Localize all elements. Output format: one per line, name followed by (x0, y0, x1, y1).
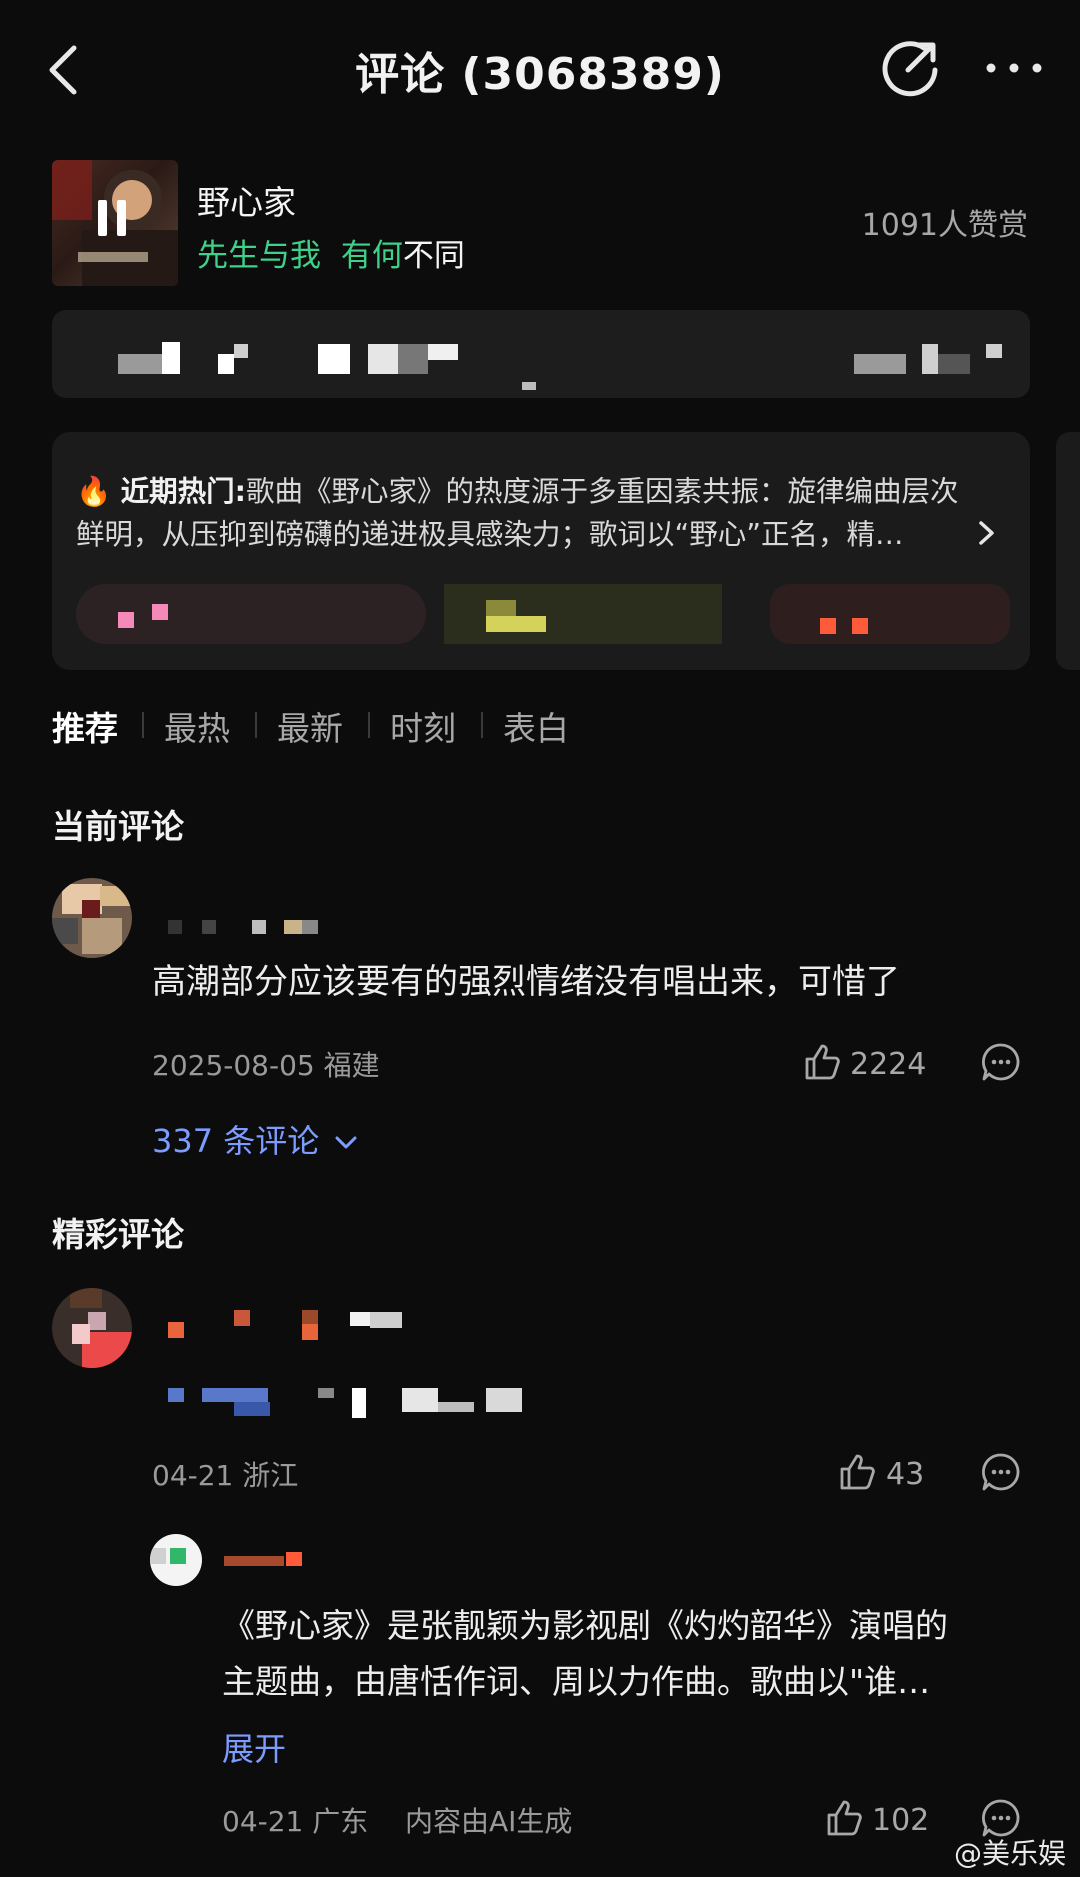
ai-reply-line-2: 主题曲，由唐恬作词、周以力作曲。歌曲以"谁… (222, 1662, 931, 1701)
chevron-right-icon[interactable] (975, 518, 999, 548)
chevron-down-icon (335, 1136, 357, 1149)
thumbs-up-icon[interactable] (824, 1798, 864, 1838)
ai-reply-line-1: 《野心家》是张靓颖为影视剧《灼灼韶华》演唱的 (222, 1606, 948, 1645)
view-replies-link[interactable]: 337 条评论 (152, 1116, 359, 1162)
thumbs-up-icon[interactable] (837, 1452, 877, 1492)
comment-meta: 04-21 浙江 (152, 1459, 299, 1492)
song-title[interactable]: 野心家 (197, 176, 296, 224)
album-cover[interactable] (52, 160, 178, 286)
username-blurred[interactable] (166, 916, 346, 936)
avatar[interactable] (52, 1288, 132, 1368)
tab-hottest[interactable]: 最热 (164, 702, 230, 750)
current-comment-title: 当前评论 (52, 807, 184, 846)
artist-line: 先生与我 有何不同 (197, 230, 465, 275)
like-count: 43 (886, 1457, 925, 1492)
username-blurred[interactable] (166, 1310, 416, 1342)
artist-name-suffix: 不同 (402, 238, 465, 274)
reply-icon[interactable] (981, 1452, 1021, 1492)
tab-newest[interactable]: 最新 (277, 702, 343, 750)
next-card-edge[interactable] (1056, 432, 1080, 670)
fire-icon: 🔥 (76, 475, 112, 508)
ai-generated-note: 内容由AI生成 (405, 1805, 573, 1838)
ai-username-blurred[interactable] (224, 1552, 304, 1570)
hot-label: 近期热门: (120, 475, 246, 508)
blurred-banner[interactable] (52, 310, 1030, 398)
replies-count-label: 337 条评论 (152, 1122, 320, 1160)
ai-avatar[interactable] (150, 1534, 202, 1586)
like-count: 2224 (850, 1047, 927, 1082)
thumbs-up-icon[interactable] (802, 1042, 842, 1082)
reward-count[interactable]: 1091人赞赏 (862, 200, 1028, 244)
tab-divider (255, 712, 257, 738)
ai-reply-date: 04-21 广东 (222, 1805, 369, 1838)
reply-icon[interactable] (981, 1042, 1021, 1082)
tab-moments[interactable]: 时刻 (390, 702, 456, 750)
share-icon[interactable] (880, 36, 942, 98)
tab-divider (368, 712, 370, 738)
tab-divider (142, 712, 144, 738)
like-count: 102 (872, 1803, 930, 1838)
tab-confession[interactable]: 表白 (503, 702, 569, 750)
comment-meta: 2025-08-05 福建 (152, 1049, 380, 1082)
pause-icon[interactable] (92, 196, 132, 240)
tab-recommended[interactable]: 推荐 (52, 702, 118, 750)
more-options-icon[interactable] (985, 58, 1043, 78)
artist-name-2[interactable]: 有何 (341, 238, 403, 274)
tab-divider (481, 712, 483, 738)
hot-summary-text[interactable]: 🔥 近期热门:歌曲《野心家》的热度源于多重因素共振：旋律编曲层次鲜明，从压抑到磅… (76, 470, 976, 556)
avatar[interactable] (52, 878, 132, 958)
comment-text-blurred (166, 1384, 526, 1424)
featured-comments-title: 精彩评论 (52, 1215, 184, 1254)
expand-link[interactable]: 展开 (222, 1724, 286, 1770)
watermark: @美乐娱 (953, 1837, 1066, 1870)
artist-name-1[interactable]: 先生与我 (197, 238, 321, 274)
comment-text: 高潮部分应该要有的强烈情绪没有唱出来，可惜了 (152, 962, 900, 1002)
